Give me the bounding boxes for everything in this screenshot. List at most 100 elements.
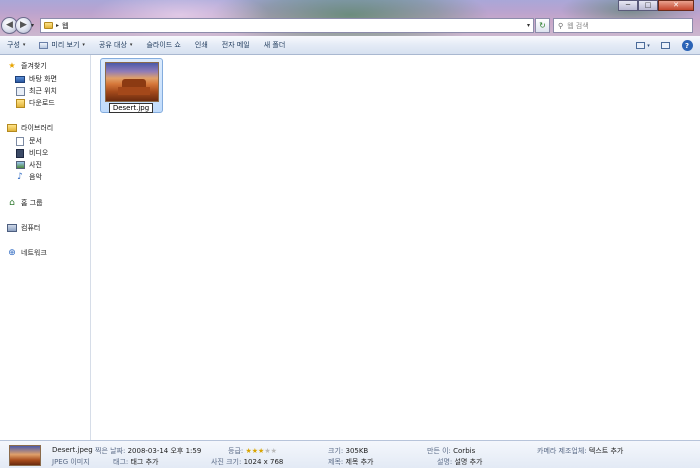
details-title: 제목: 제목 추가 (328, 457, 373, 467)
print-button[interactable]: 인쇄 (188, 36, 215, 55)
sidebar-item-label: 문서 (29, 137, 42, 145)
breadcrumb-separator[interactable]: ▸ (56, 22, 59, 29)
camera-maker-value[interactable]: 텍스트 추가 (589, 447, 623, 455)
share-with-menu[interactable]: 공유 대상 ▾ (92, 36, 140, 55)
navigation-pane: ★ 즐겨찾기 바탕 화면 최근 위치 다운로드 라이브러리 문서 비디오 사진 … (0, 55, 91, 440)
sidebar-item-recent-places[interactable]: 최근 위치 (15, 85, 57, 97)
sidebar-item-computer[interactable]: 컴퓨터 (7, 222, 40, 234)
thumbnail-rock-base (118, 87, 150, 95)
sidebar-item-desktop[interactable]: 바탕 화면 (15, 73, 57, 85)
help-button[interactable]: ? (678, 39, 696, 53)
authors-label: 만든 이: (427, 447, 451, 455)
file-list[interactable]: Desert.jpg (92, 55, 700, 440)
dimensions-label: 사진 크기: (211, 458, 242, 466)
tags-value[interactable]: 태그 추가 (130, 458, 158, 466)
sidebar-item-homegroup[interactable]: ⌂ 홈 그룹 (7, 197, 43, 209)
camera-maker-label: 카메라 제조업체: (537, 447, 587, 455)
sidebar-item-label: 최근 위치 (29, 87, 57, 95)
preview-pane-button[interactable] (656, 39, 674, 53)
recent-pages-dropdown[interactable]: ▾ (31, 22, 34, 29)
details-tags: 태그: 태그 추가 (113, 457, 158, 467)
homegroup-icon: ⌂ (9, 197, 15, 208)
organize-menu[interactable]: 구성 ▾ (0, 36, 32, 55)
sidebar-item-label: 음악 (29, 173, 42, 181)
breadcrumb-current[interactable]: 웹 (62, 21, 68, 31)
date-taken-label: 찍은 날짜: (95, 447, 126, 455)
minimize-button[interactable]: ─ (618, 0, 638, 11)
sidebar-item-documents[interactable]: 문서 (15, 135, 42, 147)
details-file-type: JPEG 이미지 (52, 457, 90, 467)
details-rating: 등급: ★★★★★ (228, 446, 277, 456)
authors-value[interactable]: Corbis (453, 447, 475, 455)
details-pane: Desert.jpeg JPEG 이미지 찍은 날짜: 2008-03-14 오… (0, 440, 700, 468)
window-controls: ─ □ ✕ (618, 0, 694, 11)
organize-label: 구성 (7, 41, 20, 49)
sidebar-item-network[interactable]: ⊕ 네트워크 (7, 247, 47, 259)
sidebar-item-label: 네트워크 (21, 249, 47, 257)
preview-icon (39, 41, 49, 49)
document-icon (15, 136, 25, 146)
view-icon (636, 42, 646, 49)
details-date-taken: 찍은 날짜: 2008-03-14 오후 1:59 (95, 446, 201, 456)
comments-value[interactable]: 설명 추가 (454, 458, 482, 466)
chevron-down-icon: ▾ (647, 42, 650, 49)
rating-label: 등급: (228, 447, 244, 455)
details-thumbnail (9, 445, 41, 466)
details-comments: 설명: 설명 추가 (437, 457, 482, 467)
search-input[interactable]: ⚲ 웹 검색 (553, 18, 693, 33)
sidebar-item-downloads[interactable]: 다운로드 (15, 97, 55, 109)
print-label: 인쇄 (194, 41, 208, 49)
sidebar-item-label: 즐겨찾기 (21, 62, 47, 70)
sidebar-item-label: 다운로드 (29, 99, 55, 107)
change-view-button[interactable]: ▾ (634, 39, 652, 53)
chevron-down-icon: ▾ (129, 42, 133, 48)
size-label: 크기: (328, 447, 344, 455)
star-empty-icon[interactable]: ★ (271, 447, 277, 455)
sidebar-item-libraries[interactable]: 라이브러리 (7, 122, 53, 134)
address-history-dropdown[interactable]: ▾ (527, 22, 530, 29)
new-folder-button[interactable]: 새 폴더 (257, 36, 293, 55)
sidebar-item-label: 컴퓨터 (21, 224, 41, 232)
title-value[interactable]: 제목 추가 (345, 458, 373, 466)
refresh-icon: ↻ (539, 21, 546, 30)
preview-menu[interactable]: 미리 보기 ▾ (32, 36, 92, 55)
search-icon: ⚲ (558, 21, 564, 30)
sidebar-item-label: 비디오 (29, 149, 49, 157)
share-with-label: 공유 대상 (98, 41, 127, 49)
star-icon: ★ (8, 61, 16, 70)
details-camera-maker: 카메라 제조업체: 텍스트 추가 (537, 446, 623, 456)
rename-input[interactable]: Desert.jpg (109, 103, 153, 113)
image-thumbnail (105, 62, 159, 102)
dimensions-value: 1024 x 768 (243, 458, 284, 466)
email-button[interactable]: 전자 메일 (215, 36, 257, 55)
sidebar-item-label: 바탕 화면 (29, 75, 57, 83)
rating-stars[interactable]: ★★★★★ (245, 447, 276, 455)
details-authors: 만든 이: Corbis (427, 446, 475, 456)
file-item-desert[interactable]: Desert.jpg (100, 58, 163, 113)
close-button[interactable]: ✕ (658, 0, 694, 11)
sidebar-item-favorites[interactable]: ★ 즐겨찾기 (7, 60, 47, 72)
refresh-button[interactable]: ↻ (535, 18, 550, 33)
chevron-down-icon: ▾ (82, 42, 85, 48)
sidebar-item-music[interactable]: ♪ 음악 (15, 171, 42, 183)
file-name-value: Desert.jpeg (52, 446, 93, 454)
details-size: 크기: 305KB (328, 446, 368, 456)
sidebar-item-label: 홈 그룹 (21, 199, 43, 207)
sidebar-item-pictures[interactable]: 사진 (15, 159, 42, 171)
date-taken-value[interactable]: 2008-03-14 오후 1:59 (128, 447, 202, 455)
file-type-value: JPEG 이미지 (52, 458, 90, 466)
picture-icon (15, 161, 25, 170)
command-bar: 구성 ▾ 미리 보기 ▾ 공유 대상 ▾ 슬라이드 쇼 인쇄 전자 메일 새 폴… (0, 36, 700, 55)
video-icon (15, 148, 25, 158)
forward-button[interactable]: ▶ (15, 17, 32, 34)
sidebar-item-videos[interactable]: 비디오 (15, 147, 48, 159)
maximize-button[interactable]: □ (638, 0, 658, 11)
music-icon: ♪ (17, 171, 23, 182)
desktop-icon (15, 75, 25, 84)
sidebar-item-label: 사진 (29, 161, 42, 169)
slide-show-button[interactable]: 슬라이드 쇼 (139, 36, 187, 55)
details-dimensions: 사진 크기: 1024 x 768 (211, 457, 283, 467)
help-icon: ? (681, 40, 693, 51)
address-bar[interactable]: ▸ 웹 ▾ (40, 18, 534, 33)
tags-label: 태그: (113, 458, 129, 466)
